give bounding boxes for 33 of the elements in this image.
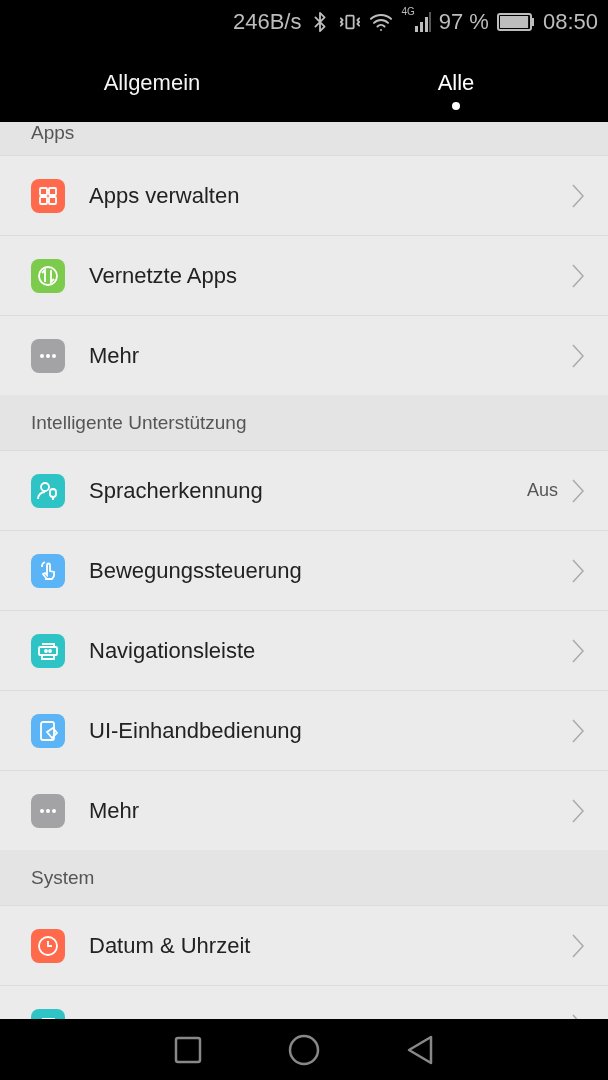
section-header: System: [0, 850, 608, 905]
row-value: Aus: [526, 480, 558, 501]
battery-percent: 97 %: [438, 9, 489, 35]
chevron-icon: [572, 798, 584, 823]
row-label: Vernetzte Apps: [89, 262, 238, 289]
row-label: Navigationsleiste: [89, 637, 257, 664]
chevron-icon: [572, 638, 584, 663]
chevron-icon: [572, 933, 584, 958]
row-label: Apps verwalten: [89, 182, 241, 209]
row-label: Mehr: [89, 797, 141, 824]
home-icon[interactable]: [288, 1033, 320, 1066]
chevron-icon: [572, 558, 584, 583]
signal-icon: [414, 12, 431, 32]
chevron-icon: [572, 478, 584, 503]
row-label: Mehr: [89, 342, 141, 369]
square-icon[interactable]: [174, 1035, 202, 1064]
row-label: UI-Einhandbedienung: [89, 717, 303, 744]
chevron-icon: [572, 343, 584, 368]
network-type: 4G: [401, 6, 415, 17]
row-label: Bewegungssteuerung: [89, 557, 303, 584]
battery-icon: [496, 13, 535, 31]
tab[interactable]: Allgemein: [0, 44, 304, 122]
row-label: Datum & Uhrzeit: [89, 932, 252, 959]
section-header: Apps: [0, 122, 608, 155]
row-label: Spracherkennung: [89, 477, 264, 504]
back-icon[interactable]: [406, 1033, 434, 1066]
chevron-icon: [572, 718, 584, 743]
chevron-icon: [572, 263, 584, 288]
network-speed: 246B/s: [232, 9, 302, 35]
section-header: Intelligente Unterstützung: [0, 395, 608, 450]
clock-time: 08:50: [542, 9, 598, 35]
chevron-icon: [572, 183, 584, 208]
tab[interactable]: Alle: [304, 44, 608, 122]
